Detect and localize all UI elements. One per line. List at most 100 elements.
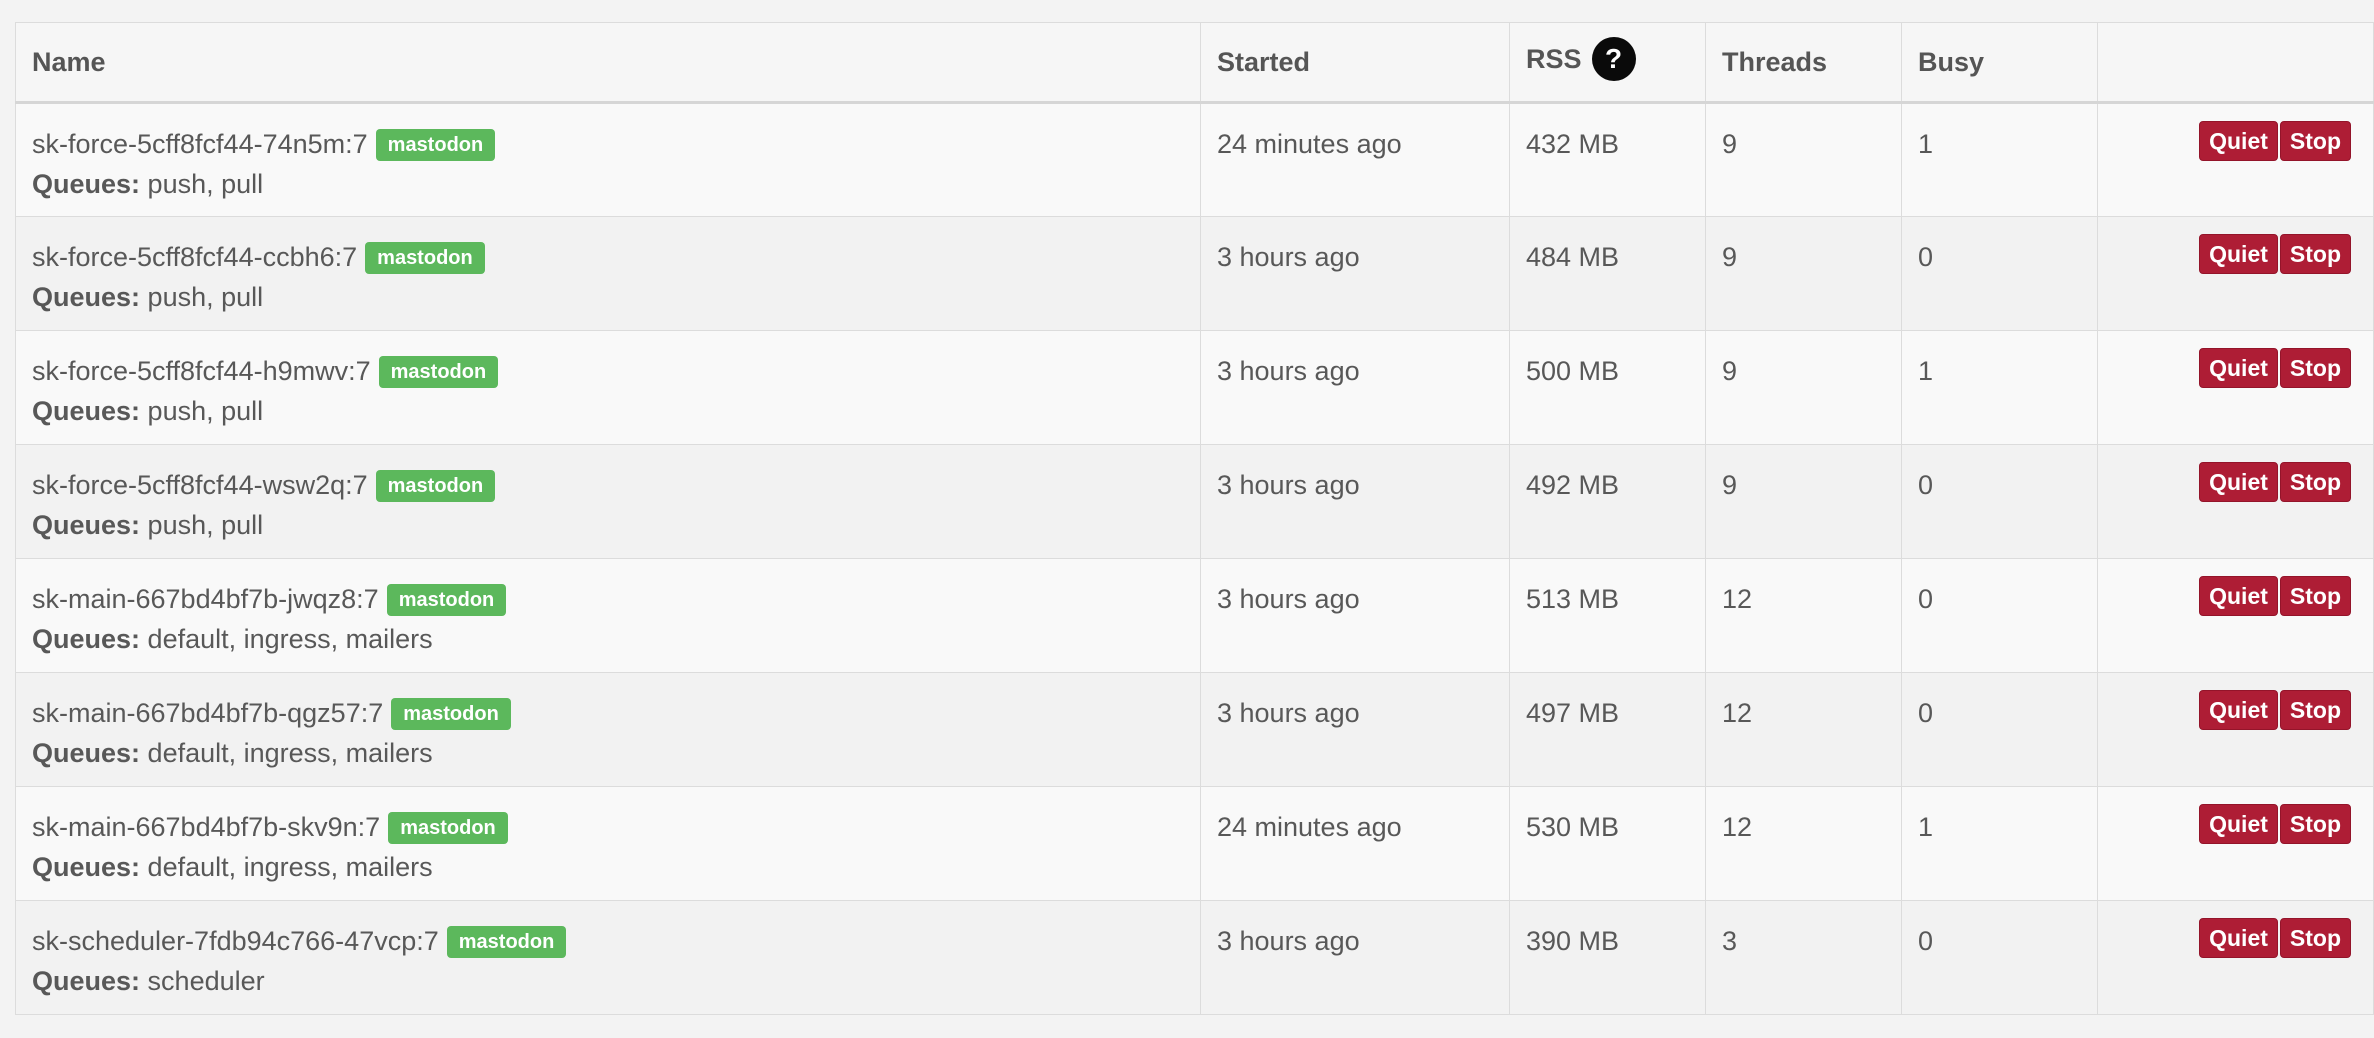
header-started: Started (1200, 22, 1510, 104)
process-name: sk-force-5cff8fcf44-h9mwv:7 (32, 356, 371, 386)
stop-button[interactable]: Stop (2279, 121, 2351, 161)
process-name-cell: sk-main-667bd4bf7b-skv9n:7 mastodon Queue… (15, 786, 1201, 901)
busy-cell: 1 (1901, 786, 2098, 901)
header-busy: Busy (1901, 22, 2098, 104)
process-tag-badge: mastodon (388, 812, 508, 844)
process-tag-badge: mastodon (378, 356, 499, 388)
busy-cell: 0 (1901, 900, 2098, 1015)
process-tag-badge: mastodon (375, 129, 496, 161)
stop-button[interactable]: Stop (2279, 918, 2351, 958)
header-name: Name (15, 22, 1201, 104)
stop-button[interactable]: Stop (2279, 234, 2351, 274)
quiet-button[interactable]: Quiet (2199, 918, 2278, 958)
actions-cell: Quiet Stop (2097, 330, 2374, 445)
started-cell: 3 hours ago (1200, 558, 1510, 673)
quiet-button[interactable]: Quiet (2199, 234, 2278, 274)
header-actions (2097, 22, 2374, 104)
process-name: sk-main-667bd4bf7b-jwqz8:7 (32, 584, 379, 614)
busy-cell: 1 (1901, 102, 2098, 217)
process-tag-badge: mastodon (446, 926, 567, 958)
stop-button[interactable]: Stop (2279, 348, 2351, 388)
quiet-button[interactable]: Quiet (2199, 462, 2278, 502)
processes-table: Name Started RSS ? Threads Busy sk-force… (15, 22, 2374, 1015)
queues-label: Queues: (32, 624, 141, 654)
actions-cell: Quiet Stop (2097, 900, 2374, 1015)
busy-cell: 0 (1901, 558, 2098, 673)
process-name-cell: sk-force-5cff8fcf44-h9mwv:7 mastodon Queu… (15, 330, 1201, 445)
busy-cell: 0 (1901, 444, 2098, 559)
quiet-button[interactable]: Quiet (2199, 121, 2278, 161)
header-threads: Threads (1705, 22, 1902, 104)
queues-label: Queues: (32, 169, 141, 199)
queues-value: default, ingress, mailers (147, 738, 433, 768)
help-icon[interactable]: ? (1591, 37, 1636, 81)
table-row: sk-main-667bd4bf7b-jwqz8:7 mastodon Queue… (15, 558, 2374, 673)
quiet-button[interactable]: Quiet (2199, 690, 2278, 730)
queues-label: Queues: (32, 396, 141, 426)
started-cell: 3 hours ago (1200, 444, 1510, 559)
process-name: sk-force-5cff8fcf44-74n5m:7 (32, 129, 368, 159)
started-cell: 24 minutes ago (1200, 786, 1510, 901)
queues-label: Queues: (32, 738, 141, 768)
process-tag-badge: mastodon (365, 242, 485, 274)
threads-cell: 3 (1705, 900, 1902, 1015)
rss-cell: 484 MB (1509, 216, 1706, 331)
process-name: sk-main-667bd4bf7b-qgz57:7 (32, 698, 384, 728)
quiet-button[interactable]: Quiet (2199, 348, 2278, 388)
rss-cell: 390 MB (1509, 900, 1706, 1015)
stop-button[interactable]: Stop (2279, 576, 2351, 616)
started-cell: 3 hours ago (1200, 330, 1510, 445)
threads-cell: 9 (1705, 330, 1902, 445)
queues-value: scheduler (147, 966, 265, 996)
actions-cell: Quiet Stop (2097, 216, 2374, 331)
table-row: sk-main-667bd4bf7b-skv9n:7 mastodon Queue… (15, 786, 2374, 901)
threads-cell: 9 (1705, 216, 1902, 331)
queues-value: push, pull (147, 169, 264, 199)
table-row: sk-force-5cff8fcf44-wsw2q:7 mastodon Queu… (15, 444, 2374, 559)
processes-panel: Name Started RSS ? Threads Busy sk-force… (15, 22, 2374, 1015)
process-name-cell: sk-scheduler-7fdb94c766-47vcp:7 mastodon … (15, 900, 1201, 1015)
process-name: sk-scheduler-7fdb94c766-47vcp:7 (32, 926, 439, 956)
actions-cell: Quiet Stop (2097, 672, 2374, 787)
processes-table-body: sk-force-5cff8fcf44-74n5m:7 mastodon Queu… (15, 102, 2374, 1015)
header-rss-label: RSS (1526, 43, 1582, 74)
queues-label: Queues: (32, 282, 141, 312)
process-tag-badge: mastodon (391, 698, 511, 730)
rss-cell: 432 MB (1509, 102, 1706, 217)
table-row: sk-force-5cff8fcf44-ccbh6:7 mastodon Queu… (15, 216, 2374, 331)
stop-button[interactable]: Stop (2279, 804, 2351, 844)
process-name-cell: sk-main-667bd4bf7b-jwqz8:7 mastodon Queue… (15, 558, 1201, 673)
quiet-button[interactable]: Quiet (2199, 804, 2278, 844)
process-name-cell: sk-main-667bd4bf7b-qgz57:7 mastodon Queue… (15, 672, 1201, 787)
rss-cell: 513 MB (1509, 558, 1706, 673)
threads-cell: 12 (1705, 672, 1902, 787)
threads-cell: 12 (1705, 558, 1902, 673)
stop-button[interactable]: Stop (2279, 690, 2351, 730)
actions-cell: Quiet Stop (2097, 444, 2374, 559)
process-name: sk-force-5cff8fcf44-wsw2q:7 (32, 470, 368, 500)
quiet-button[interactable]: Quiet (2199, 576, 2278, 616)
actions-cell: Quiet Stop (2097, 558, 2374, 673)
process-name: sk-force-5cff8fcf44-ccbh6:7 (32, 242, 358, 272)
header-rss: RSS ? (1509, 22, 1706, 104)
process-tag-badge: mastodon (386, 584, 507, 616)
queues-value: default, ingress, mailers (147, 624, 433, 654)
threads-cell: 9 (1705, 102, 1902, 217)
rss-cell: 497 MB (1509, 672, 1706, 787)
started-cell: 3 hours ago (1200, 900, 1510, 1015)
table-header-row: Name Started RSS ? Threads Busy (15, 22, 2374, 104)
process-name-cell: sk-force-5cff8fcf44-wsw2q:7 mastodon Queu… (15, 444, 1201, 559)
stop-button[interactable]: Stop (2279, 462, 2351, 502)
started-cell: 24 minutes ago (1200, 102, 1510, 217)
queues-label: Queues: (32, 966, 141, 996)
rss-cell: 500 MB (1509, 330, 1706, 445)
actions-cell: Quiet Stop (2097, 786, 2374, 901)
table-row: sk-force-5cff8fcf44-h9mwv:7 mastodon Queu… (15, 330, 2374, 445)
busy-cell: 1 (1901, 330, 2098, 445)
actions-cell: Quiet Stop (2097, 102, 2374, 217)
queues-label: Queues: (32, 510, 141, 540)
rss-cell: 530 MB (1509, 786, 1706, 901)
process-name: sk-main-667bd4bf7b-skv9n:7 (32, 812, 381, 842)
queues-value: push, pull (147, 396, 264, 426)
queues-value: push, pull (147, 282, 264, 312)
